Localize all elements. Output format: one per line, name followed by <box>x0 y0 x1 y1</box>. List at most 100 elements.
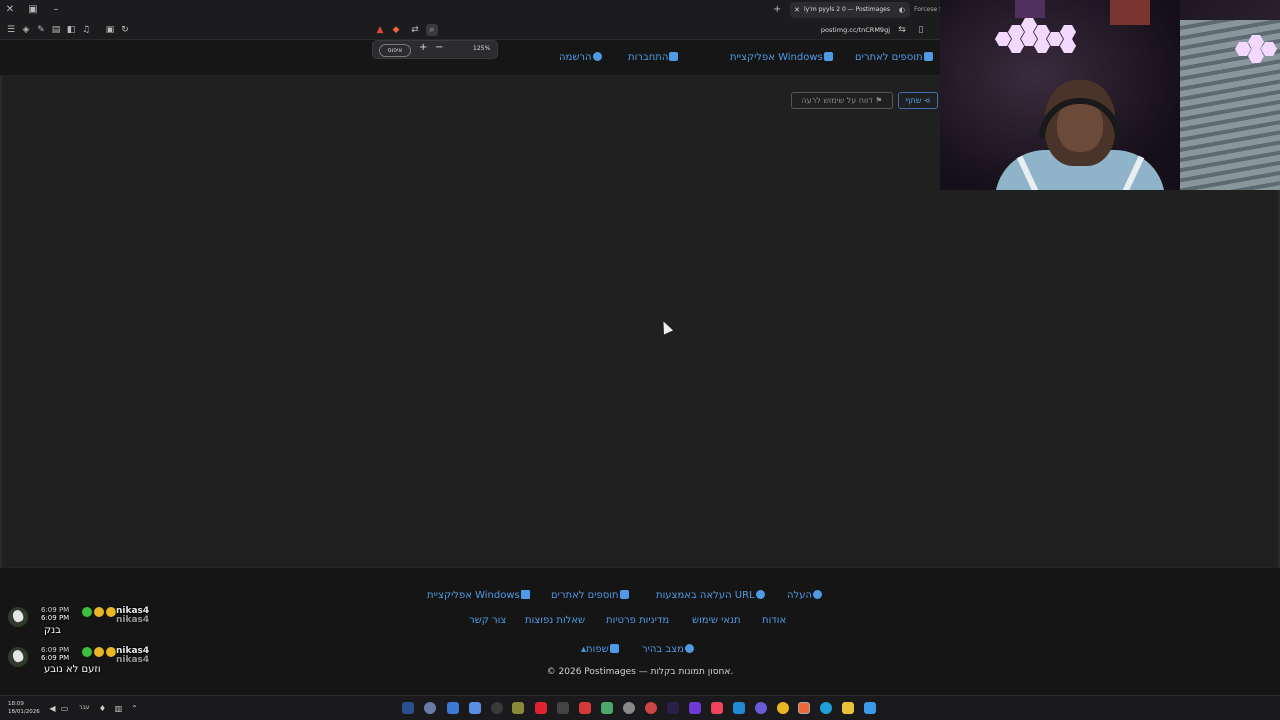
hexagon-lights <box>1235 28 1280 72</box>
url-text: postimg.cc/tnCRM9gj <box>820 26 890 34</box>
bookmark-icon[interactable]: ▯ <box>915 24 927 36</box>
tab-active[interactable]: ✕ ly'm pyyls 2 0 — Postimages ◐ <box>790 2 910 18</box>
footer-languages-dropdown[interactable]: ▴שפות <box>581 644 619 655</box>
share-icon: ⋖ <box>921 96 931 105</box>
history-icon[interactable]: ↻ <box>119 24 131 36</box>
footer-terms-link[interactable]: תנאי שימוש <box>692 615 741 626</box>
nav-login-label: התחברות <box>628 52 669 63</box>
footer-upload-url-link[interactable]: העלאה באמצעות URL <box>656 590 765 601</box>
taskbar-app-icon[interactable] <box>667 702 679 714</box>
taskbar-app-icon[interactable] <box>557 702 569 714</box>
close-tab-icon[interactable]: ✕ <box>794 2 800 18</box>
share-button[interactable]: שתף ⋖ <box>898 92 938 109</box>
restore-window-icon[interactable]: ▣ <box>26 3 40 17</box>
report-abuse-button[interactable]: דווח על שימוש לרעה ⚑ <box>791 92 893 109</box>
taskbar-app-icon[interactable] <box>601 702 613 714</box>
hexagon-lights <box>995 18 1085 62</box>
cloud-upload-icon <box>813 590 823 599</box>
nav-addons-link[interactable]: תוספים לאתרים <box>855 52 933 63</box>
taskbar-app-icon[interactable] <box>579 702 591 714</box>
microphone-icon[interactable]: ♦ <box>98 704 107 713</box>
zoom-level: 125% <box>473 45 491 52</box>
nav-windows-app-link[interactable]: אפליקציית Windows <box>730 52 833 63</box>
taskbar-app-icon[interactable] <box>755 702 767 714</box>
windows-start-icon[interactable] <box>864 702 876 714</box>
footer-faq-link[interactable]: שאלות נפוצות <box>525 615 585 626</box>
sidebar-icon[interactable]: ◧ <box>65 24 77 36</box>
taskbar-app-icon[interactable] <box>447 702 459 714</box>
music-icon[interactable]: ♫ <box>80 24 92 36</box>
windows-icon <box>823 52 833 61</box>
taskbar-clock[interactable]: 18:09 18/01/2026 <box>8 700 40 716</box>
footer-link-label: העלאה באמצעות URL <box>656 590 755 601</box>
taskbar-app-icon[interactable] <box>469 702 481 714</box>
nav-register-link[interactable]: הרשמה <box>559 52 602 63</box>
footer-addons-link[interactable]: תוספים לאתרים <box>551 590 629 601</box>
zoom-icon[interactable]: ⌕ <box>426 24 438 36</box>
address-bar[interactable]: postimg.cc/tnCRM9gj <box>770 23 890 37</box>
chat-message: 6:09 PM 6:09 PM nikas4 nikas4 בנק <box>8 605 168 639</box>
sign-in-icon <box>669 52 679 61</box>
taskbar-app-icon[interactable] <box>512 702 524 714</box>
notification-icon[interactable]: ▥ <box>114 704 123 713</box>
taskbar-app-icon[interactable] <box>424 702 436 714</box>
new-tab-button[interactable]: + <box>773 2 781 18</box>
footer-windows-app-link[interactable]: אפליקציית Windows <box>427 590 530 601</box>
zoom-out-button[interactable]: − <box>435 42 443 53</box>
footer-about-link[interactable]: אודות <box>762 615 786 626</box>
wallet-icon[interactable]: ▤ <box>50 24 62 36</box>
footer-link-label: תוספים לאתרים <box>551 590 619 601</box>
footer-link-label: שפות <box>586 644 609 655</box>
screenshot-icon[interactable]: ▣ <box>104 24 116 36</box>
close-window-icon[interactable]: ✕ <box>3 3 17 17</box>
taskbar-app-icon[interactable] <box>689 702 701 714</box>
language-indicator[interactable]: עבר <box>79 704 90 711</box>
taskbar-app-icon[interactable] <box>711 702 723 714</box>
avatar <box>8 647 28 667</box>
volume-icon[interactable]: ◀ <box>48 704 57 713</box>
chat-time: 6:09 PM <box>41 614 70 622</box>
tab-title: ly'm pyyls 2 0 — Postimages <box>804 6 890 13</box>
brave-icon[interactable] <box>798 702 810 714</box>
chat-time: 6:09 PM <box>41 654 70 662</box>
minimize-window-icon[interactable]: – <box>49 3 63 17</box>
taskbar-app-icon[interactable] <box>623 702 635 714</box>
file-explorer-icon[interactable] <box>842 702 854 714</box>
share-button-label: שתף <box>905 96 922 105</box>
streamer <box>985 80 1175 190</box>
footer-link-label: אפליקציית Windows <box>427 590 520 601</box>
nav-login-link[interactable]: התחברות <box>628 52 679 63</box>
translate-icon[interactable]: ⇄ <box>409 24 421 36</box>
footer-light-mode-toggle[interactable]: מצב בהיר <box>642 644 694 655</box>
brave-shields-icon[interactable]: ◆ <box>390 24 402 36</box>
zoom-popup: איפוס + − 125% <box>372 40 498 59</box>
zoom-in-button[interactable]: + <box>419 42 427 53</box>
share-page-icon[interactable]: ⇆ <box>896 24 908 36</box>
badge-icon <box>94 607 104 617</box>
nav-windows-app-label: אפליקציית Windows <box>730 52 823 63</box>
clock-date: 18/01/2026 <box>8 709 40 715</box>
extensions-icon[interactable]: ✎ <box>35 24 47 36</box>
footer-contact-link[interactable]: צור קשר <box>469 615 506 626</box>
network-icon[interactable]: ▭ <box>60 704 69 713</box>
footer-link-label: מצב בהיר <box>642 644 684 655</box>
content-border <box>0 75 2 567</box>
tab-audio-icon: ◐ <box>898 6 905 14</box>
brave-rewards-icon[interactable]: ▲ <box>374 24 386 36</box>
badge-icon <box>106 647 116 657</box>
taskbar-app-icon[interactable] <box>733 702 745 714</box>
chrome-icon[interactable] <box>777 702 789 714</box>
user-icon <box>592 52 602 61</box>
chevron-up-icon[interactable]: ⌃ <box>130 704 139 713</box>
footer-upload-link[interactable]: העלה <box>787 590 823 601</box>
shield-icon[interactable]: ◈ <box>20 24 32 36</box>
taskbar-app-icon[interactable] <box>645 702 657 714</box>
edge-icon[interactable] <box>820 702 832 714</box>
taskbar-app-icon[interactable] <box>491 702 503 714</box>
zoom-reset-button[interactable]: איפוס <box>379 44 411 57</box>
puzzle-icon <box>619 590 629 599</box>
taskbar-app-icon[interactable] <box>402 702 414 714</box>
footer-privacy-link[interactable]: מדיניות פרטיות <box>606 615 669 626</box>
menu-icon[interactable]: ☰ <box>5 24 17 36</box>
taskbar-app-icon[interactable] <box>535 702 547 714</box>
